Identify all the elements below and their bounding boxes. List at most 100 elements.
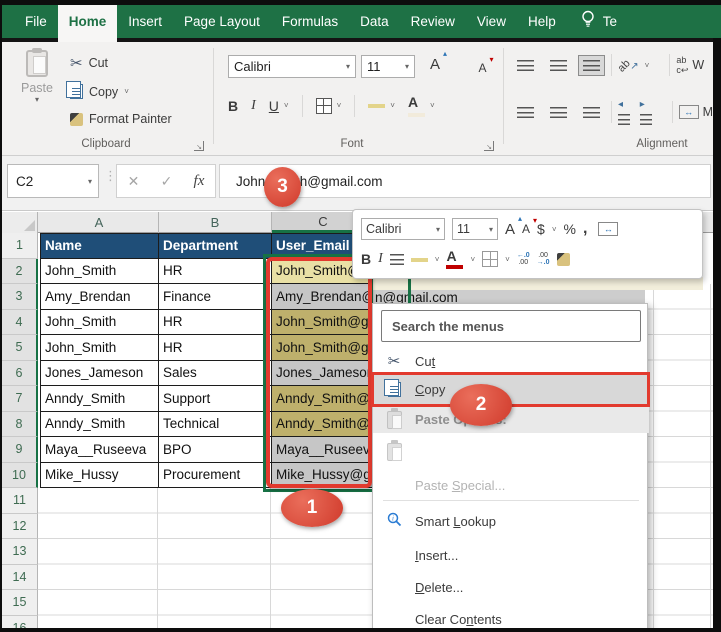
row-header-9[interactable]: 9 [2,437,38,463]
mini-format-painter-icon[interactable] [556,252,570,266]
cell-b2[interactable]: HR [159,258,272,284]
mini-merge-icon[interactable]: ↔ [598,222,619,236]
cancel-button[interactable]: ✕ [128,173,140,190]
cell-header-name[interactable]: Name [40,233,159,259]
bold-button[interactable]: B [228,98,238,114]
font-color-chevron[interactable]: ˅ [430,101,435,110]
font-name-chevron[interactable]: ▾ [346,62,350,71]
increase-font-size-button[interactable]: A [430,56,440,73]
mini-decrease-font-button[interactable]: A [522,216,537,236]
tab-home[interactable]: Home [57,5,118,38]
tab-page-layout[interactable]: Page Layout [173,5,271,38]
mini-font-size-combo[interactable]: 11 ▾ [452,218,498,240]
font-size-combo[interactable]: 11 ▾ [361,55,415,78]
mini-bold-button[interactable]: B [361,251,371,267]
mini-italic-button[interactable]: I [378,251,383,267]
row-header-12[interactable]: 12 [2,513,38,539]
cell-b7[interactable]: Support [159,386,272,412]
cut-button[interactable]: ✂ Cut [70,54,108,72]
paste-dropdown-chevron[interactable]: ▾ [35,95,39,104]
mini-increase-decimal-button[interactable]: .00 →.0 [537,252,550,266]
mini-currency-chevron[interactable]: ˅ [552,225,557,234]
menu-item-smart-lookup[interactable]: i Smart Lookup [373,506,649,536]
mini-center-align-icon[interactable] [389,253,404,265]
name-box[interactable]: C2 ▾ [7,164,99,198]
orientation-chevron[interactable]: ˅ [645,61,650,70]
row-header-7[interactable]: 7 [2,386,38,412]
cell-b3[interactable]: Finance [159,284,272,310]
row-header-4[interactable]: 4 [2,309,38,335]
italic-button[interactable]: I [251,98,256,114]
cell-a10[interactable]: Mike_Hussy [40,462,159,488]
font-size-chevron[interactable]: ▾ [405,62,409,71]
underline-button[interactable]: U [269,98,279,114]
underline-chevron[interactable]: ˅ [284,101,289,110]
increase-indent-button[interactable]: ▸ [639,94,656,130]
name-box-chevron[interactable]: ▾ [88,177,92,186]
col-header-b[interactable]: B [159,212,272,233]
mini-borders-chevron[interactable]: ˅ [505,255,510,264]
tab-help[interactable]: Help [517,5,567,38]
enter-button[interactable]: ✓ [161,173,173,190]
menu-item-paste-button[interactable] [373,435,649,469]
merge-center-button[interactable]: ↔ M [678,105,713,119]
bottom-align-button[interactable] [578,54,605,76]
align-right-button[interactable] [578,102,605,123]
font-name-combo[interactable]: Calibri ▾ [228,55,356,78]
tab-data[interactable]: Data [349,5,400,38]
menu-item-paste-special[interactable]: Paste Special... [373,471,649,500]
row-header-8[interactable]: 8 [2,411,38,437]
paste-button[interactable]: Paste ▾ [14,48,60,134]
cell-header-department[interactable]: Department [159,233,272,259]
mini-comma-button[interactable]: , [583,220,587,238]
row-header-14[interactable]: 14 [2,564,38,590]
mini-decrease-decimal-button[interactable]: ←.0.00 [517,252,530,266]
middle-align-button[interactable] [545,55,572,76]
mini-borders-icon[interactable] [482,251,499,267]
mini-fill-chevron[interactable]: ˅ [435,255,440,264]
cell-a7[interactable]: Anndy_Smith [40,386,159,412]
row-header-2[interactable]: 2 [2,258,38,284]
cell-b8[interactable]: Technical [159,411,272,437]
row-header-10[interactable]: 10 [2,462,38,488]
row-header-15[interactable]: 15 [2,590,38,616]
menu-item-cut[interactable]: ✂ Cut [373,348,649,374]
decrease-indent-button[interactable]: ◂ [617,94,634,130]
cell-a8[interactable]: Anndy_Smith [40,411,159,437]
tab-formulas[interactable]: Formulas [271,5,349,38]
copy-dropdown-chevron[interactable]: ˅ [124,87,129,96]
select-all-corner[interactable] [2,212,38,233]
lightbulb-icon[interactable] [581,10,595,33]
row-header-6[interactable]: 6 [2,360,38,386]
borders-chevron[interactable]: ˅ [337,101,342,110]
borders-icon[interactable] [315,97,332,114]
fill-color-button[interactable] [368,103,386,108]
cell-b5[interactable]: HR [159,335,272,361]
wrap-text-button[interactable]: ab c↩ W [676,55,704,76]
tab-insert[interactable]: Insert [117,5,173,38]
decrease-font-size-button[interactable]: A [478,61,486,75]
orientation-button[interactable]: ab↗ [616,56,639,74]
cell-a2[interactable]: John_Smith [40,258,159,284]
cell-b4[interactable]: HR [159,309,272,335]
row-header-13[interactable]: 13 [2,539,38,565]
fill-color-chevron[interactable]: ˅ [390,101,395,110]
format-painter-button[interactable]: Format Painter [70,112,172,126]
mini-percent-button[interactable]: % [564,221,576,237]
align-left-button[interactable] [512,102,539,123]
tab-file[interactable]: File [14,5,58,38]
cell-a5[interactable]: John_Smith [40,335,159,361]
mini-font-color-chevron[interactable]: ˅ [470,255,475,264]
menu-item-delete[interactable]: Delete... [373,572,649,602]
tab-review[interactable]: Review [400,5,466,38]
row-header-5[interactable]: 5 [2,335,38,361]
font-dialog-launcher[interactable] [484,141,494,151]
align-center-button[interactable] [545,102,572,123]
cell-a4[interactable]: John_Smith [40,309,159,335]
cell-b10[interactable]: Procurement [159,462,272,488]
copy-button[interactable]: Copy ˅ [66,81,129,99]
mini-currency-button[interactable]: $ [537,221,545,237]
top-align-button[interactable] [512,55,539,76]
cell-a6[interactable]: Jones_Jameson [40,360,159,386]
mini-fill-color-button[interactable] [410,257,428,262]
